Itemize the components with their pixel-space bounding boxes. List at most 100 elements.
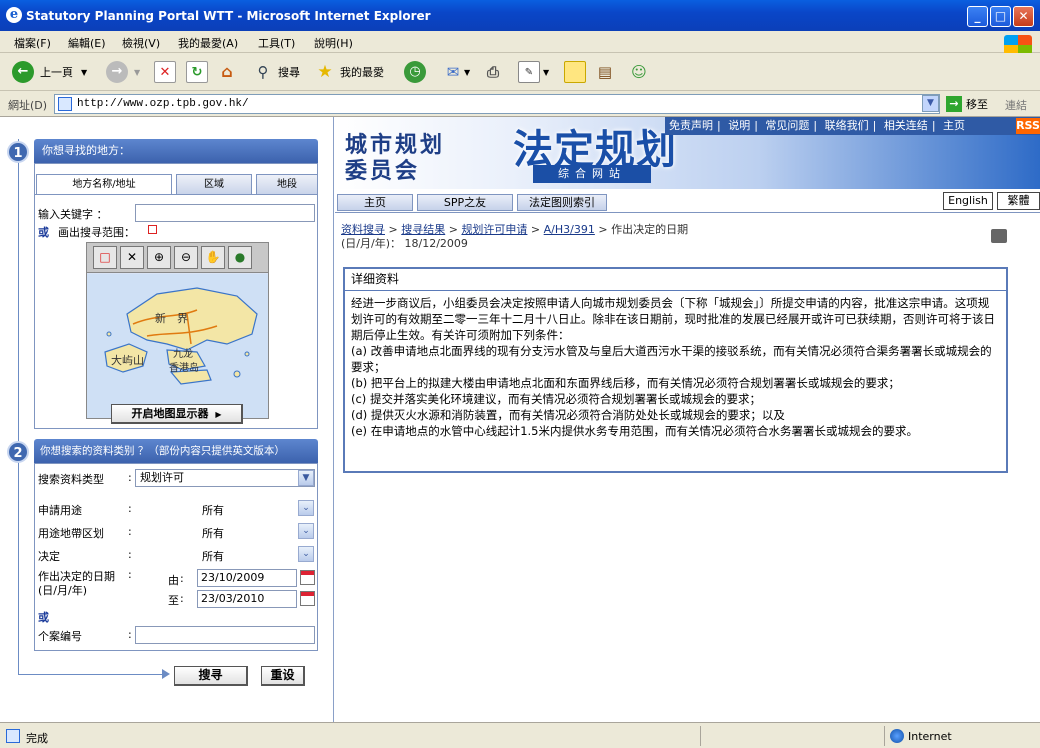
- decision-expand-icon[interactable]: ⌄: [298, 546, 314, 562]
- colon: :: [180, 572, 184, 585]
- menu-view[interactable]: 檢視(V): [122, 35, 160, 51]
- refresh-button[interactable]: ↻: [186, 60, 208, 84]
- tpb-line-2: 委员会: [345, 158, 421, 184]
- discuss-button[interactable]: [564, 60, 586, 84]
- minimize-button[interactable]: _: [967, 6, 988, 27]
- history-button[interactable]: ◷: [404, 60, 426, 84]
- or-label-2: 或: [38, 611, 49, 624]
- nav-contact[interactable]: 联络我们: [825, 119, 869, 132]
- crumb-search[interactable]: 资料搜寻: [341, 223, 385, 236]
- maximize-button[interactable]: □: [990, 6, 1011, 27]
- rss-button[interactable]: RSS: [1016, 118, 1040, 134]
- globe-icon[interactable]: ●: [228, 246, 252, 269]
- nav-plan-index-tab[interactable]: 法定图则索引: [517, 194, 607, 211]
- nav-home-tab[interactable]: 主页: [337, 194, 413, 211]
- forward-dropdown-icon[interactable]: ▼: [134, 68, 140, 77]
- address-dropdown-icon[interactable]: ▼: [922, 95, 939, 112]
- refresh-icon: ↻: [186, 61, 208, 83]
- edit-button[interactable]: ✎ ▼: [518, 60, 549, 84]
- nav-spp-friends-tab[interactable]: SPP之友: [417, 194, 513, 211]
- keyword-input[interactable]: [135, 204, 315, 222]
- nav-home[interactable]: 主页: [943, 119, 965, 132]
- to-label: 至: [168, 594, 179, 607]
- case-number-label: 个案编号: [38, 630, 82, 643]
- or-label-1: 或: [38, 226, 49, 239]
- search-submit-button[interactable]: 搜寻: [174, 666, 248, 686]
- menu-edit[interactable]: 編輯(E): [68, 35, 106, 51]
- condition-d: (d) 提供灭火水源和消防装置，而有关情况必须符合消防处处长或城规会的要求；以及: [351, 408, 785, 422]
- colon: :: [180, 592, 184, 605]
- date-from-input[interactable]: 23/10/2009: [197, 569, 297, 587]
- case-number-input[interactable]: [135, 626, 315, 644]
- menu-help[interactable]: 說明(H): [314, 35, 353, 51]
- security-zone: Internet: [908, 730, 952, 743]
- window-titlebar[interactable]: e Statutory Planning Portal WTT - Micros…: [0, 0, 1040, 31]
- menu-tools[interactable]: 工具(T): [258, 35, 295, 51]
- go-label: 移至: [966, 98, 988, 111]
- back-dropdown-icon[interactable]: ▼: [81, 68, 87, 77]
- menu-favorites[interactable]: 我的最愛(A): [178, 35, 238, 51]
- star-icon: ★: [317, 62, 333, 82]
- crumb-results[interactable]: 搜寻结果: [401, 223, 445, 236]
- nav-help[interactable]: 说明: [728, 119, 750, 132]
- use-expand-icon[interactable]: ⌄: [298, 500, 314, 516]
- page-content: 1 你想寻找的地方： 地方名称/地址 区域 地段 输入关键字 ： 或 画出搜寻范…: [0, 117, 1040, 722]
- date-to-input[interactable]: 23/03/2010: [197, 590, 297, 608]
- back-button[interactable]: ← 上一頁 ▼: [12, 60, 87, 84]
- crumb-current: 作出决定的日期: [611, 223, 689, 236]
- print-icon[interactable]: [991, 229, 1007, 243]
- pan-hand-icon[interactable]: ✋: [201, 246, 225, 269]
- mail-dropdown-icon[interactable]: ▼: [464, 68, 470, 77]
- home-button[interactable]: ⌂: [216, 60, 238, 84]
- calendar-to-icon[interactable]: [300, 591, 315, 606]
- messenger-button[interactable]: ☺: [628, 60, 650, 84]
- condition-b: (b) 把平台上的拟建大楼由申请地点北面和东面界线后移，而有关情况必须符合规划署…: [351, 376, 900, 390]
- nav-faq[interactable]: 常见问题: [765, 119, 809, 132]
- type-select-dropdown-icon[interactable]: ▼: [298, 470, 314, 486]
- decision-date-format: (日/月/年): [38, 584, 87, 597]
- close-button[interactable]: ✕: [1013, 6, 1034, 27]
- stop-icon: ✕: [154, 61, 176, 83]
- calendar-from-icon[interactable]: [300, 570, 315, 585]
- clear-icon[interactable]: ✕: [120, 246, 144, 269]
- map-label-kowloon: 九龙: [173, 349, 193, 360]
- nav-related-links[interactable]: 相关连结: [884, 119, 928, 132]
- crumb-case[interactable]: A/H3/391: [544, 223, 595, 236]
- zoom-in-icon[interactable]: ⊕: [147, 246, 171, 269]
- traditional-chinese-button[interactable]: 繁體: [997, 192, 1040, 210]
- open-map-viewer-button[interactable]: 开启地图显示器 ▶: [111, 404, 243, 424]
- page-icon: [58, 97, 72, 111]
- mail-button[interactable]: ✉ ▼: [442, 60, 470, 84]
- forward-button[interactable]: → ▼: [106, 60, 140, 84]
- zoom-out-icon[interactable]: ⊖: [174, 246, 198, 269]
- zoning-expand-icon[interactable]: ⌄: [298, 523, 314, 539]
- english-button[interactable]: English: [943, 192, 993, 210]
- type-label: 搜索资料类型: [38, 473, 104, 486]
- favorites-button[interactable]: ★ 我的最愛: [314, 60, 384, 84]
- go-button[interactable]: → 移至: [946, 96, 988, 112]
- search-button[interactable]: ⚲ 搜尋: [252, 60, 301, 84]
- print-button[interactable]: ⎙: [482, 60, 504, 84]
- edit-dropdown-icon[interactable]: ▼: [543, 68, 549, 77]
- colon: :: [128, 502, 132, 515]
- type-select[interactable]: 规划许可: [135, 469, 315, 487]
- address-input[interactable]: http://www.ozp.tpb.gov.hk/: [54, 94, 940, 114]
- tab-place-name[interactable]: 地方名称/地址: [36, 174, 172, 195]
- nav-disclaimer[interactable]: 免责声明: [669, 119, 713, 132]
- rect-select-icon[interactable]: □: [93, 246, 117, 269]
- forward-arrow-icon: →: [106, 61, 128, 83]
- field-label-zoning: 用途地帶区划: [38, 527, 104, 540]
- crumb-applications[interactable]: 规划许可申请: [461, 223, 527, 236]
- draw-rect-icon[interactable]: [148, 225, 157, 234]
- tab-lot[interactable]: 地段: [256, 174, 318, 194]
- history-icon: ◷: [404, 61, 426, 83]
- messenger-icon: ☺: [631, 63, 647, 81]
- links-button[interactable]: 連結: [1005, 97, 1027, 113]
- tab-district[interactable]: 区域: [176, 174, 252, 194]
- map-view[interactable]: 新 界 大屿山 九龙 香港岛: [87, 274, 268, 418]
- keyword-label: 输入关键字 ：: [38, 208, 108, 221]
- stop-button[interactable]: ✕: [154, 60, 176, 84]
- menu-file[interactable]: 檔案(F): [14, 35, 51, 51]
- reset-button[interactable]: 重设: [261, 666, 305, 686]
- research-button[interactable]: ▤: [594, 60, 616, 84]
